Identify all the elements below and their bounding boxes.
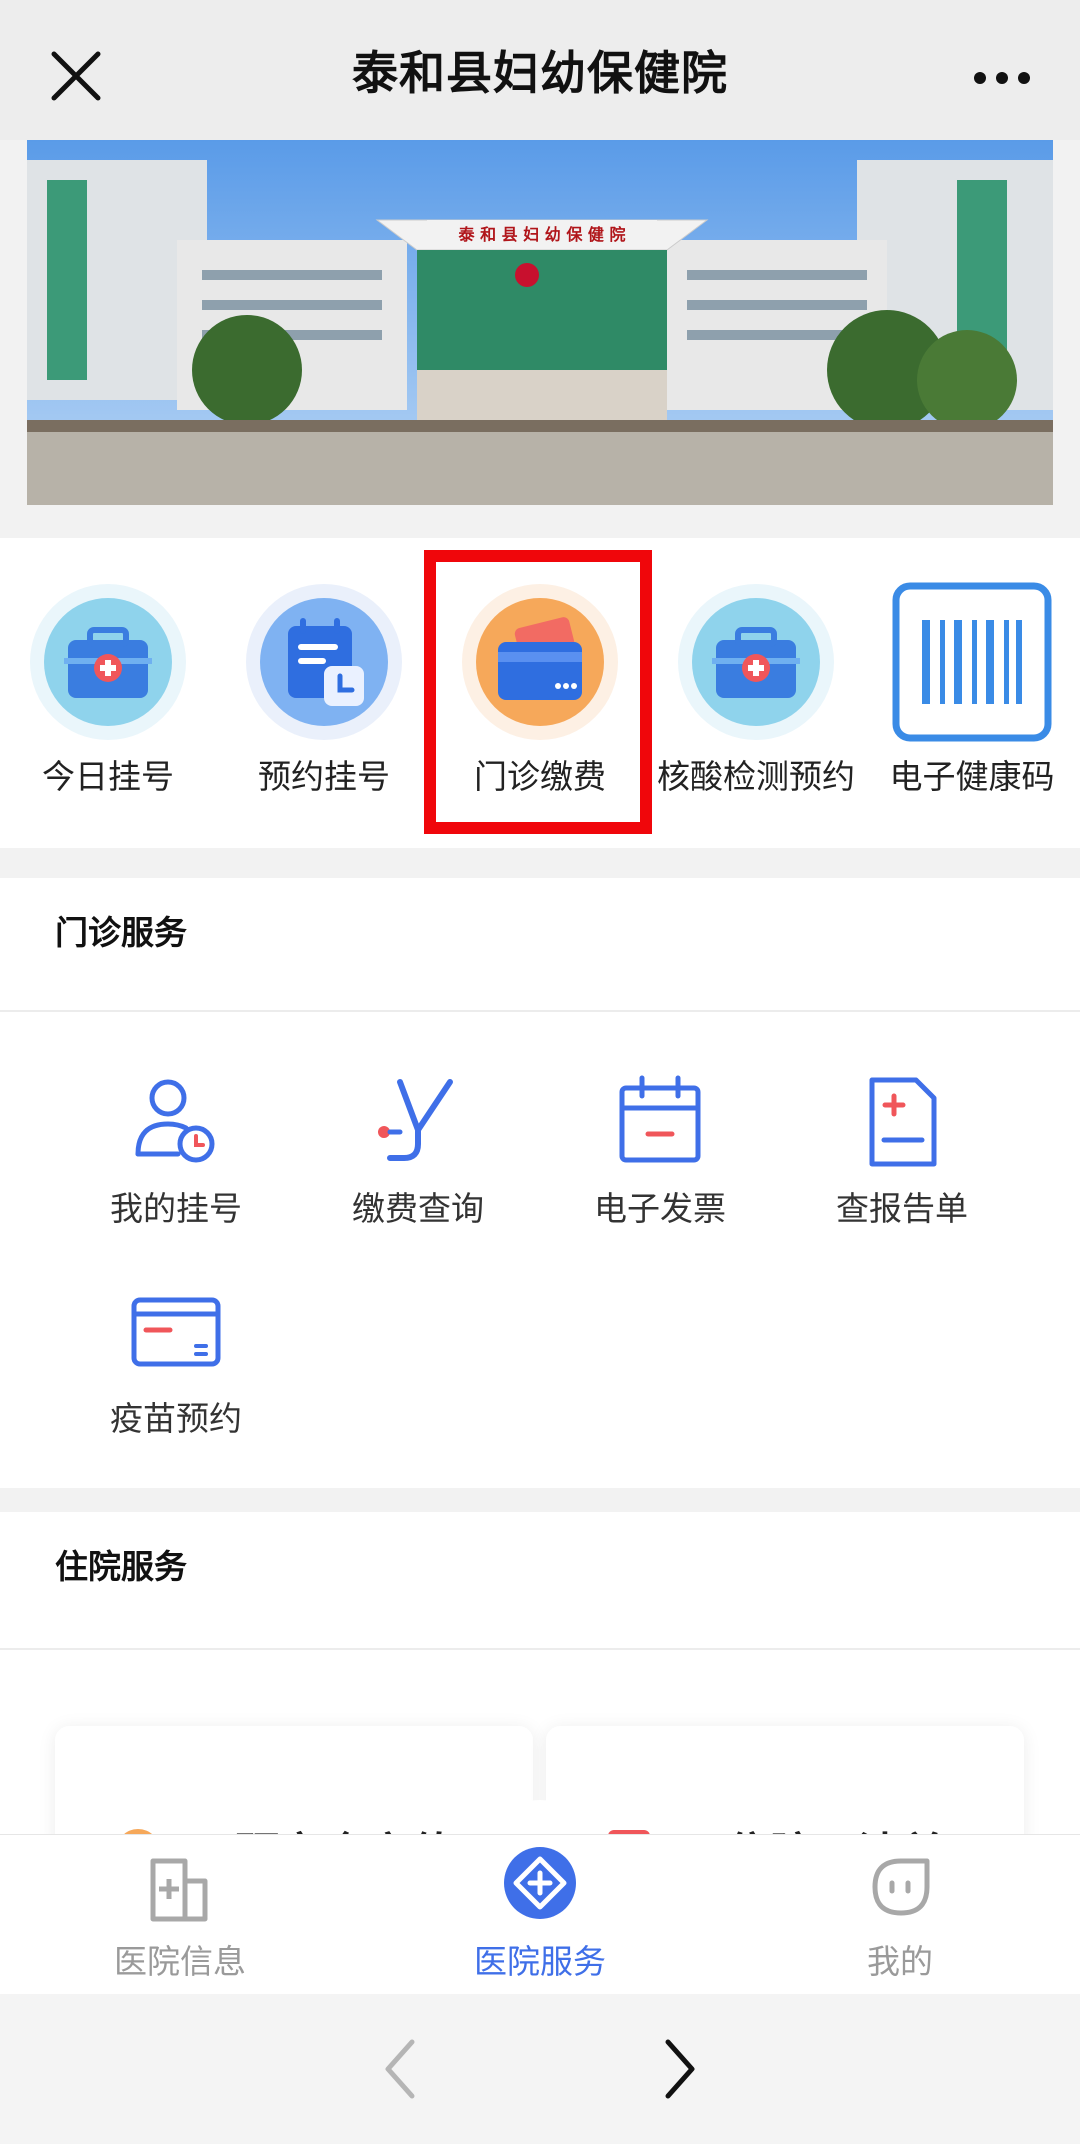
service-label: 查报告单 xyxy=(836,1189,968,1228)
section-title: 门诊服务 xyxy=(55,913,187,952)
forward-arrow-icon[interactable] xyxy=(660,2034,700,2104)
hospital-info-icon xyxy=(150,1858,208,1922)
back-arrow-icon[interactable] xyxy=(380,2034,420,2104)
quick-today-registration[interactable]: 今日挂号 xyxy=(0,538,216,848)
section-title: 住院服务 xyxy=(55,1547,187,1586)
medical-kit-icon xyxy=(30,584,186,740)
quick-label: 预约挂号 xyxy=(258,757,390,796)
page-title: 泰和县妇幼保健院 xyxy=(352,46,728,100)
card-icon xyxy=(131,1297,221,1367)
tab-me[interactable]: 我的 xyxy=(750,1835,1050,1995)
more-options-icon[interactable] xyxy=(972,60,1032,96)
divider xyxy=(0,1010,1080,1012)
profile-icon xyxy=(872,1858,930,1916)
hospital-banner-image: 泰 和 县 妇 幼 保 健 院 xyxy=(27,140,1053,505)
tab-label: 我的 xyxy=(867,1942,933,1981)
quick-label: 今日挂号 xyxy=(42,757,174,796)
barcode-icon xyxy=(892,582,1052,742)
hospital-service-icon xyxy=(504,1847,576,1919)
user-clock-icon xyxy=(135,1079,215,1163)
divider xyxy=(0,1648,1080,1650)
service-vaccine-appointment[interactable]: 疫苗预约 xyxy=(56,1284,296,1464)
browser-navigation-bar xyxy=(0,1994,1080,2144)
close-icon[interactable] xyxy=(48,48,104,104)
service-check-report[interactable]: 查报告单 xyxy=(782,1074,1022,1254)
service-label: 疫苗预约 xyxy=(110,1399,242,1438)
tab-label: 医院信息 xyxy=(114,1942,246,1981)
calendar-minus-icon xyxy=(619,1075,701,1163)
service-payment-query[interactable]: 缴费查询 xyxy=(298,1074,538,1254)
service-label: 我的挂号 xyxy=(110,1189,242,1228)
service-label: 缴费查询 xyxy=(352,1189,484,1228)
banner-sign-text: 泰 和 县 妇 幼 保 健 院 xyxy=(458,225,626,244)
app-page: 泰和县妇幼保健院 泰 和 县 妇 幼 保 健 院 今日挂号 预约挂号 门诊缴费 … xyxy=(0,0,1080,2144)
stethoscope-icon xyxy=(378,1079,453,1161)
top-navigation-bar: 泰和县妇幼保健院 xyxy=(0,0,1080,140)
highlight-annotation-box xyxy=(424,550,652,834)
tab-hospital-services[interactable]: 医院服务 xyxy=(390,1835,690,1995)
document-plus-icon xyxy=(869,1077,937,1167)
quick-nucleic-test-appointment[interactable]: 核酸检测预约 xyxy=(648,538,864,848)
bottom-tab-bar: 医院信息 医院服务 我的 xyxy=(0,1834,1080,1994)
quick-health-code[interactable]: 电子健康码 xyxy=(864,538,1080,848)
quick-label: 电子健康码 xyxy=(889,757,1055,796)
service-e-invoice[interactable]: 电子发票 xyxy=(540,1074,780,1254)
medical-kit-icon xyxy=(678,584,834,740)
calendar-clock-icon xyxy=(246,584,402,740)
quick-appointment-registration[interactable]: 预约挂号 xyxy=(216,538,432,848)
service-label: 电子发票 xyxy=(594,1189,726,1228)
outpatient-services-card: 门诊服务 我的挂号 缴费查询 电子发票 查报告单 疫苗预约 xyxy=(0,878,1080,1488)
quick-label: 核酸检测预约 xyxy=(657,757,855,796)
tab-label: 医院服务 xyxy=(474,1942,606,1981)
tab-hospital-info[interactable]: 医院信息 xyxy=(30,1835,330,1995)
service-my-registration[interactable]: 我的挂号 xyxy=(56,1074,296,1254)
